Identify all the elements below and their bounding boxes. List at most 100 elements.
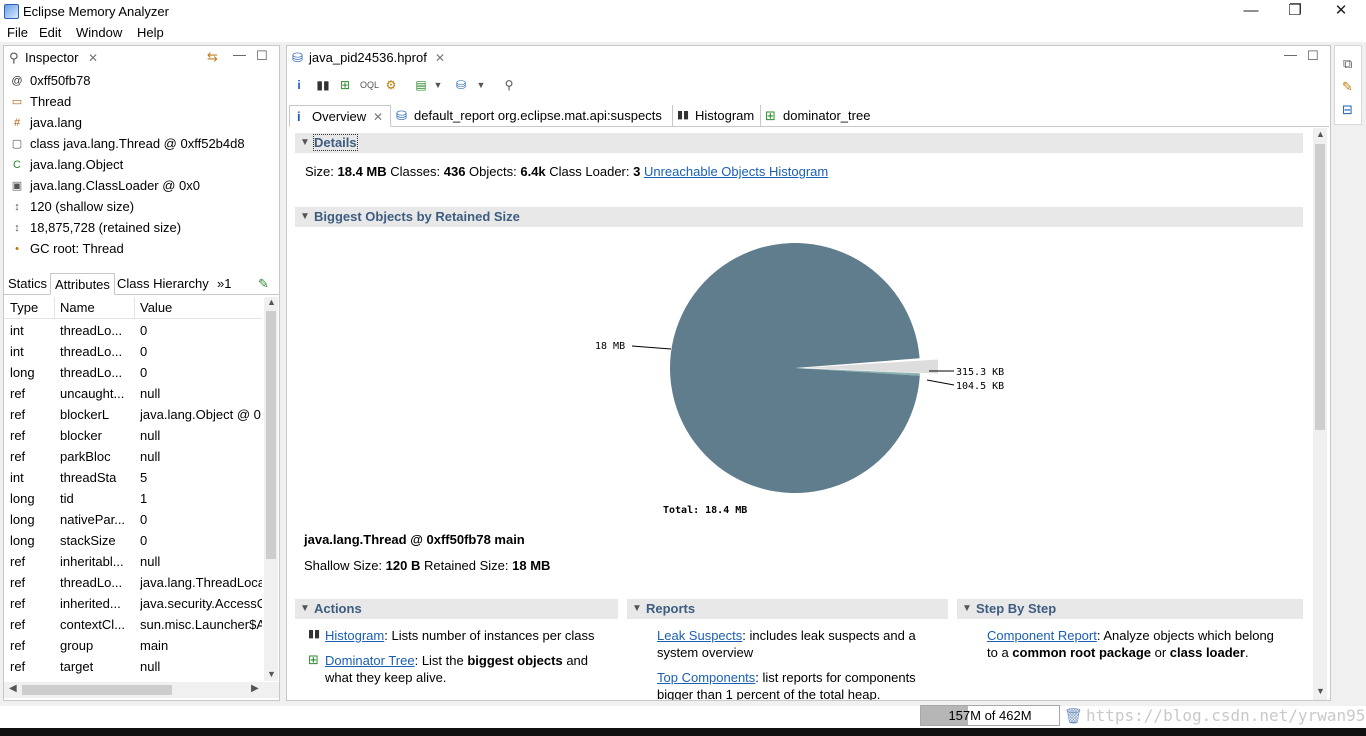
maximize-editor-icon[interactable]: ☐ <box>1307 48 1319 64</box>
restore-icon[interactable]: ⧉ <box>1343 56 1352 72</box>
table-row[interactable]: long stackSize 0 <box>4 531 262 552</box>
table-row[interactable]: ref uncaught... null <box>4 384 262 405</box>
table-row[interactable]: ref threadLo... java.lang.ThreadLoca <box>4 573 262 594</box>
query-browser-icon[interactable]: ⛁ <box>453 77 469 93</box>
table-row[interactable]: ref target null <box>4 657 262 678</box>
tab-histogram[interactable]: ▮▮ Histogram <box>673 105 761 127</box>
unreachable-objects-histogram-link[interactable]: Unreachable Objects Histogram <box>644 164 828 179</box>
pin-icon[interactable]: ✎ <box>258 276 269 292</box>
tab-dominator-tree[interactable]: ⊞ dominator_tree <box>761 105 879 127</box>
reports-title: Reports <box>646 601 696 616</box>
table-row[interactable]: int threadSta 5 <box>4 468 262 489</box>
dominator-tree-icon[interactable]: ⊞ <box>337 77 353 93</box>
top-components-link[interactable]: Top Components <box>657 670 755 685</box>
navigation-history-icon[interactable]: ⊟ <box>1342 102 1353 118</box>
maximize-view-icon[interactable]: ☐ <box>256 48 268 64</box>
overview-vertical-scrollbar[interactable]: ▲ ▼ <box>1313 128 1327 700</box>
table-row[interactable]: int threadLo... 0 <box>4 321 262 342</box>
retained-size-pie-chart[interactable]: 18 MB 315.3 KB 104.5 KB Total: 18.4 MB <box>299 232 1299 522</box>
close-icon[interactable]: ✕ <box>435 51 445 65</box>
tab-more-overflow[interactable]: »1 <box>213 273 235 295</box>
inspector-row-text: java.lang <box>30 115 83 130</box>
link-with-editor-icon[interactable]: ⇆ <box>207 49 218 65</box>
close-button[interactable]: ✕ <box>1318 0 1364 22</box>
histogram-icon[interactable]: ▮▮ <box>315 77 331 93</box>
menu-window[interactable]: Window <box>76 25 122 40</box>
table-row[interactable]: ref parkBloc null <box>4 447 262 468</box>
garbage-collect-icon[interactable]: 🗑 <box>1064 707 1083 725</box>
heap-status[interactable]: 157M of 462M <box>920 705 1060 726</box>
cell-name: blockerL <box>60 407 110 422</box>
table-row[interactable]: ref group main <box>4 636 262 657</box>
tab-overview[interactable]: i Overview ✕ <box>289 105 391 127</box>
cell-value: sun.misc.Launcher$A| <box>140 617 262 632</box>
run-report-icon[interactable]: ▤ <box>413 77 429 93</box>
editor-tab-label: java_pid24536.hprof <box>309 50 427 65</box>
cell-type: ref <box>10 638 26 653</box>
table-row[interactable]: int threadLo... 0 <box>4 342 262 363</box>
column-type[interactable]: Type <box>10 300 38 315</box>
pie-label-small-1: 315.3 KB <box>956 367 1004 378</box>
inspector-row-text: Thread <box>30 94 72 109</box>
inspector-row-text: java.lang.ClassLoader @ 0x0 <box>30 178 201 193</box>
table-row[interactable]: ref inheritabl... null <box>4 552 262 573</box>
editor-tab-hprof[interactable]: ⛁ java_pid24536.hprof ✕ <box>287 46 453 70</box>
inspector-row-text: 0xff50fb78 <box>30 73 91 88</box>
attributes-horizontal-scrollbar[interactable]: ◀ ▶ <box>4 682 279 698</box>
search-icon[interactable]: ⚲ <box>501 77 517 93</box>
oql-icon[interactable]: OQL <box>360 77 379 93</box>
tab-default-report[interactable]: ⛁ default_report org.eclipse.mat.api:sus… <box>392 105 673 127</box>
reports-section-header[interactable]: ▼ Reports <box>627 599 948 619</box>
table-row[interactable]: ref contextCl... sun.misc.Launcher$A| <box>4 615 262 636</box>
step-by-step-section-header[interactable]: ▼ Step By Step <box>957 599 1303 619</box>
table-row[interactable]: ref blocker null <box>4 426 262 447</box>
menu-file[interactable]: File <box>7 25 28 40</box>
histogram-icon: ▮▮ <box>308 628 321 640</box>
table-row[interactable]: long threadLo... 0 <box>4 363 262 384</box>
notes-icon[interactable]: ✎ <box>1342 79 1353 95</box>
cell-name: parkBloc <box>60 449 111 464</box>
collapse-icon[interactable]: ▼ <box>300 211 310 222</box>
biggest-objects-section-header[interactable]: ▼ Biggest Objects by Retained Size <box>295 207 1303 227</box>
minimize-editor-icon[interactable]: — <box>1284 47 1297 62</box>
info-icon[interactable]: i <box>291 77 307 93</box>
component-report-link[interactable]: Component Report <box>987 628 1097 643</box>
close-icon[interactable]: ✕ <box>88 51 98 65</box>
restore-button[interactable]: ❐ <box>1272 0 1318 22</box>
tab-class-hierarchy[interactable]: Class Hierarchy <box>113 273 213 295</box>
info-icon: i <box>297 109 301 124</box>
inspector-tab[interactable]: ⚲ Inspector ✕ <box>4 46 104 70</box>
table-row[interactable]: long nativePar... 0 <box>4 510 262 531</box>
cell-type: ref <box>10 575 26 590</box>
collapse-icon[interactable]: ▼ <box>962 603 972 614</box>
chevron-down-icon[interactable]: ▼ <box>430 77 446 93</box>
histogram-link[interactable]: Histogram <box>325 628 384 643</box>
table-row[interactable]: ref inherited... java.security.AccessC <box>4 594 262 615</box>
details-section-header[interactable]: ▼ Details <box>295 133 1303 153</box>
minimize-button[interactable]: — <box>1228 0 1274 22</box>
inspector-row-text: java.lang.Object <box>30 157 124 172</box>
column-value[interactable]: Value <box>140 300 172 315</box>
menu-help[interactable]: Help <box>137 25 164 40</box>
collapse-icon[interactable]: ▼ <box>300 603 310 614</box>
collapse-icon[interactable]: ▼ <box>632 603 642 614</box>
table-row[interactable]: ref blockerL java.lang.Object @ 0: <box>4 405 262 426</box>
leak-suspects-link[interactable]: Leak Suspects <box>657 628 742 643</box>
menu-edit[interactable]: Edit <box>39 25 61 40</box>
collapse-icon[interactable]: ▼ <box>300 137 310 148</box>
dominator-tree-link[interactable]: Dominator Tree <box>325 653 415 668</box>
actions-section-header[interactable]: ▼ Actions <box>295 599 618 619</box>
cell-value: null <box>140 386 161 401</box>
inspector-panel: ⚲ Inspector ✕ ⇆ — ☐ @0xff50fb78 ▭ Thread # j… <box>3 45 280 701</box>
tab-statics[interactable]: Statics <box>4 273 51 295</box>
thread-overview-icon[interactable]: ⚙ <box>383 77 399 93</box>
cell-type: ref <box>10 386 26 401</box>
column-name[interactable]: Name <box>60 300 95 315</box>
table-row[interactable]: long tid 1 <box>4 489 262 510</box>
tab-attributes[interactable]: Attributes <box>50 273 115 295</box>
table-header: Type Name Value <box>4 297 262 319</box>
minimize-view-icon[interactable]: — <box>233 47 246 62</box>
chevron-down-icon[interactable]: ▼ <box>473 77 489 93</box>
attributes-vertical-scrollbar[interactable]: ▲ ▼ <box>264 297 278 681</box>
close-icon[interactable]: ✕ <box>373 110 383 124</box>
